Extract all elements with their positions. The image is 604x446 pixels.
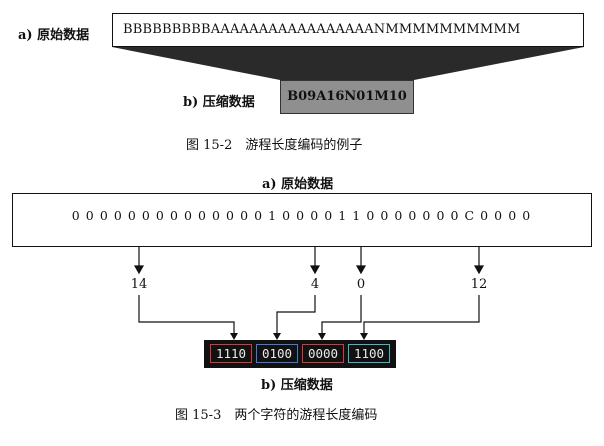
bit-sequence: 0 0 0 0 0 0 0 0 0 0 0 0 0 0 1 0 0 0 0 1 … xyxy=(71,208,532,223)
arrow-head-4 xyxy=(473,265,485,275)
connector-head-1 xyxy=(230,333,238,340)
connector-2 xyxy=(276,295,316,335)
run-length-4: 12 xyxy=(470,277,488,292)
arrow-head-3 xyxy=(355,265,367,275)
compressed-data-box: B09A16N01M10 xyxy=(280,80,414,114)
code-cell-2: 0100 xyxy=(256,344,298,363)
arrow-head-1 xyxy=(133,265,145,275)
connector-1 xyxy=(138,295,235,335)
connector-head-3 xyxy=(318,333,326,340)
connector-3 xyxy=(321,295,362,335)
original-bits-box: 0 0 0 0 0 0 0 0 0 0 0 0 0 0 1 0 0 0 0 1 … xyxy=(12,193,592,247)
compression-funnel xyxy=(112,47,584,80)
encoded-codes-bar: 1110 0100 0000 1100 xyxy=(204,340,396,368)
run-length-1: 14 xyxy=(130,277,148,292)
figure-caption-15-2: 图 15-2 游程长度编码的例子 xyxy=(186,138,363,153)
arrow-head-2 xyxy=(309,265,321,275)
connector-head-4 xyxy=(360,333,368,340)
connector-head-2 xyxy=(273,333,281,340)
figure-caption-15-3: 图 15-3 两个字符的游程长度编码 xyxy=(175,408,378,423)
run-length-2: 4 xyxy=(310,277,320,292)
code-cell-1: 1110 xyxy=(210,344,252,363)
compressed-data-label: b) 压缩数据 xyxy=(183,95,255,110)
code-cell-4: 1100 xyxy=(348,344,390,363)
compressed-bits-label: b) 压缩数据 xyxy=(261,378,333,393)
connector-4 xyxy=(363,295,480,335)
run-length-3: 0 xyxy=(356,277,366,292)
code-cell-3: 0000 xyxy=(302,344,344,363)
original-bits-label: a) 原始数据 xyxy=(262,177,334,192)
